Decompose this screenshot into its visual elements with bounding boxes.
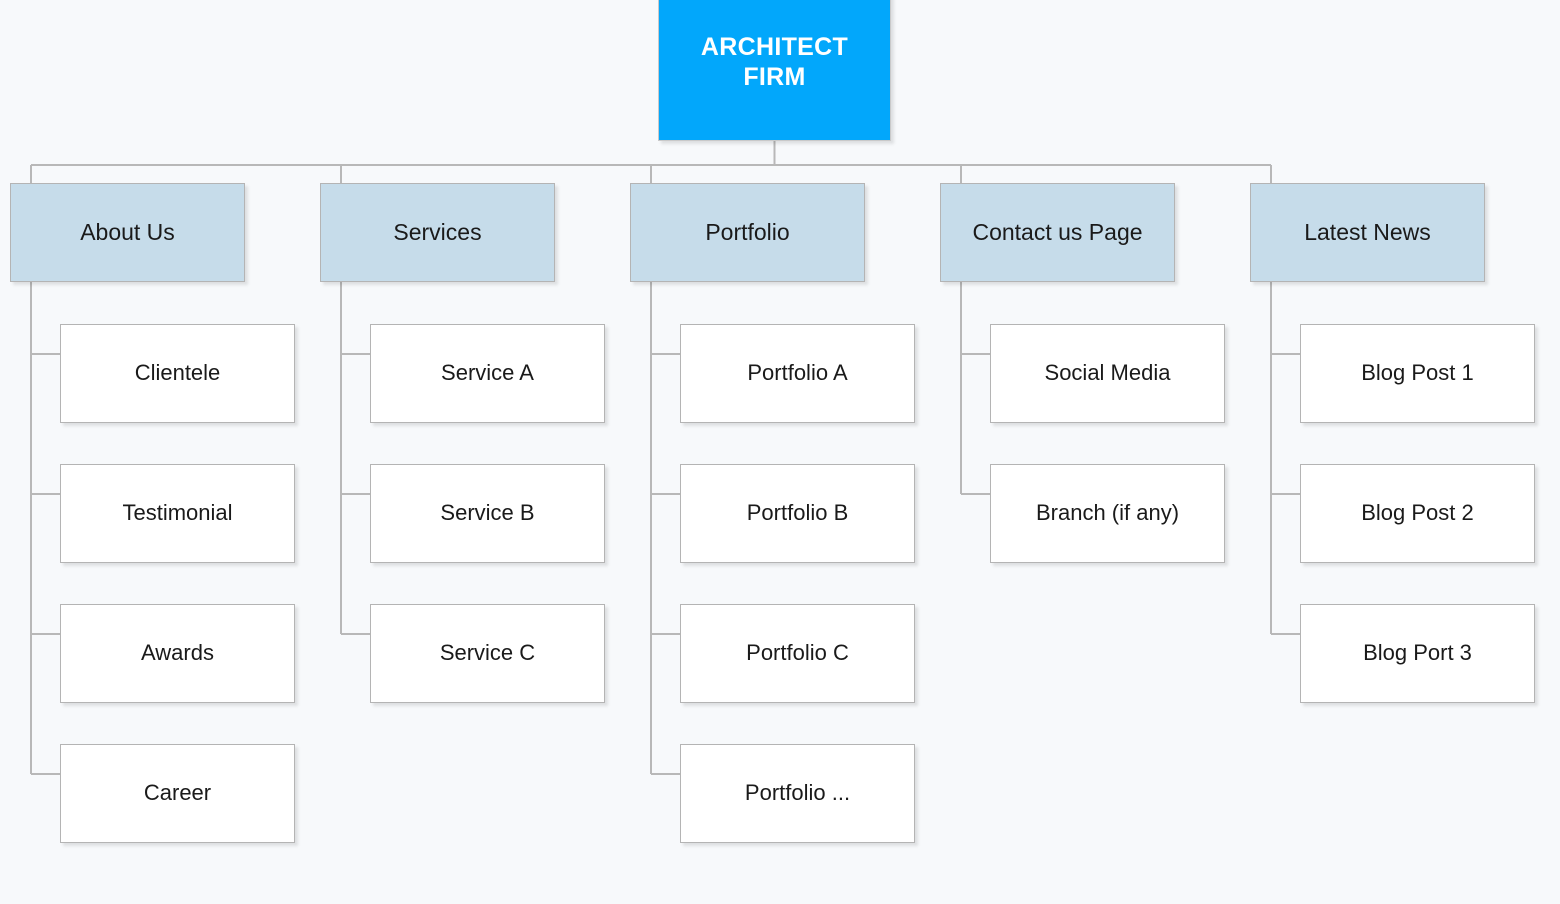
node-leaf-blog-port-3-label: Blog Port 3 [1363, 640, 1472, 666]
node-section-contact-us-page-label: Contact us Page [972, 218, 1143, 245]
node-leaf-service-b-label: Service B [440, 500, 535, 526]
node-section-portfolio[interactable]: Portfolio [630, 183, 865, 282]
node-leaf-blog-post-2-label: Blog Post 2 [1361, 500, 1474, 526]
node-section-portfolio-label: Portfolio [705, 218, 790, 245]
node-leaf-blog-post-1[interactable]: Blog Post 1 [1300, 324, 1535, 423]
node-section-services[interactable]: Services [320, 183, 555, 282]
sitemap-canvas: ARCHITECT FIRM About Us Clientele Testimon… [0, 0, 1560, 904]
node-section-latest-news[interactable]: Latest News [1250, 183, 1485, 282]
node-leaf-portfolio-label: Portfolio ... [744, 780, 851, 806]
node-leaf-portfolio-a[interactable]: Portfolio A [680, 324, 915, 423]
node-leaf-service-c-label: Service C [439, 640, 536, 666]
node-section-latest-news-label: Latest News [1304, 218, 1431, 245]
node-leaf-portfolio-c-label: Portfolio C [746, 640, 849, 666]
node-leaf-career-label: Career [143, 780, 212, 806]
node-leaf-blog-post-1-label: Blog Post 1 [1361, 360, 1474, 386]
node-leaf-portfolio[interactable]: Portfolio ... [680, 744, 915, 843]
node-leaf-service-b[interactable]: Service B [370, 464, 605, 563]
node-root-label: ARCHITECT FIRM [700, 32, 849, 91]
node-leaf-testimonial[interactable]: Testimonial [60, 464, 295, 563]
node-leaf-testimonial-label: Testimonial [122, 500, 233, 526]
node-leaf-portfolio-c[interactable]: Portfolio C [680, 604, 915, 703]
node-section-services-label: Services [393, 218, 482, 245]
node-leaf-blog-port-3[interactable]: Blog Port 3 [1300, 604, 1535, 703]
node-leaf-branch-if-any[interactable]: Branch (if any) [990, 464, 1225, 563]
node-leaf-clientele[interactable]: Clientele [60, 324, 295, 423]
node-leaf-service-c[interactable]: Service C [370, 604, 605, 703]
node-leaf-portfolio-a-label: Portfolio A [747, 360, 848, 386]
node-leaf-service-a[interactable]: Service A [370, 324, 605, 423]
node-leaf-blog-post-2[interactable]: Blog Post 2 [1300, 464, 1535, 563]
node-leaf-clientele-label: Clientele [134, 360, 221, 386]
node-root-architect-firm[interactable]: ARCHITECT FIRM [658, 0, 891, 141]
node-leaf-portfolio-b-label: Portfolio B [746, 500, 849, 526]
node-leaf-career[interactable]: Career [60, 744, 295, 843]
node-leaf-social-media-label: Social Media [1044, 360, 1171, 386]
node-leaf-awards-label: Awards [141, 640, 214, 666]
node-leaf-service-a-label: Service A [441, 360, 534, 386]
node-section-about-us[interactable]: About Us [10, 183, 245, 282]
node-leaf-branch-if-any-label: Branch (if any) [1035, 500, 1180, 526]
node-section-contact-us-page[interactable]: Contact us Page [940, 183, 1175, 282]
node-leaf-awards[interactable]: Awards [60, 604, 295, 703]
node-section-about-us-label: About Us [80, 218, 175, 245]
node-leaf-portfolio-b[interactable]: Portfolio B [680, 464, 915, 563]
node-leaf-social-media[interactable]: Social Media [990, 324, 1225, 423]
